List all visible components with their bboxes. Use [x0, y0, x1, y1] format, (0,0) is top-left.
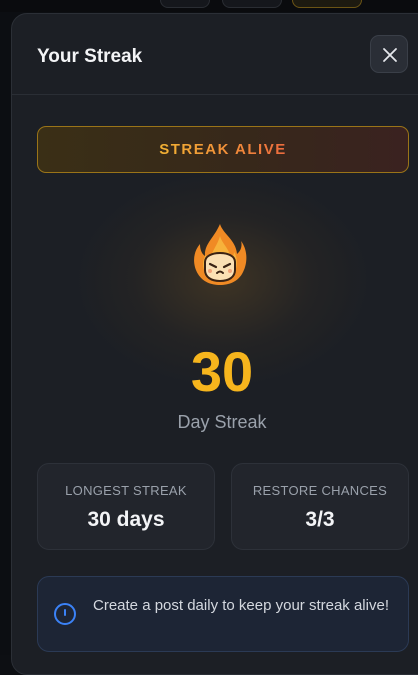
- longest-streak-value: 30 days: [87, 508, 165, 531]
- dialog-title: Your Streak: [37, 46, 143, 67]
- streak-tip: Create a post daily to keep your streak …: [37, 576, 409, 652]
- streak-status-label: STREAK ALIVE: [159, 141, 287, 158]
- streak-status-banner: STREAK ALIVE: [37, 126, 409, 173]
- restore-chances-label: RESTORE CHANCES: [252, 483, 388, 498]
- background-toolbar: [0, 0, 418, 12]
- close-icon: [383, 48, 397, 62]
- flame-icon: [194, 224, 247, 285]
- streak-count-label: Day Streak: [177, 412, 267, 432]
- restore-chances-value: 3/3: [305, 508, 335, 531]
- streak-count: 30: [190, 340, 254, 403]
- dialog-header: Your Streak: [12, 14, 418, 95]
- close-button[interactable]: [370, 35, 408, 73]
- restore-chances-card: RESTORE CHANCES 3/3: [231, 463, 409, 550]
- longest-streak-card: LONGEST STREAK 30 days: [37, 463, 215, 550]
- longest-streak-label: LONGEST STREAK: [65, 483, 187, 498]
- streak-tip-text: Create a post daily to keep your streak …: [93, 597, 389, 614]
- background-button: [160, 0, 210, 8]
- info-icon: [54, 603, 76, 625]
- background-button: [222, 0, 282, 8]
- streak-dialog: Your Streak STREAK ALIVE 30 Day Streak L…: [11, 13, 418, 675]
- background-badge: [292, 0, 362, 8]
